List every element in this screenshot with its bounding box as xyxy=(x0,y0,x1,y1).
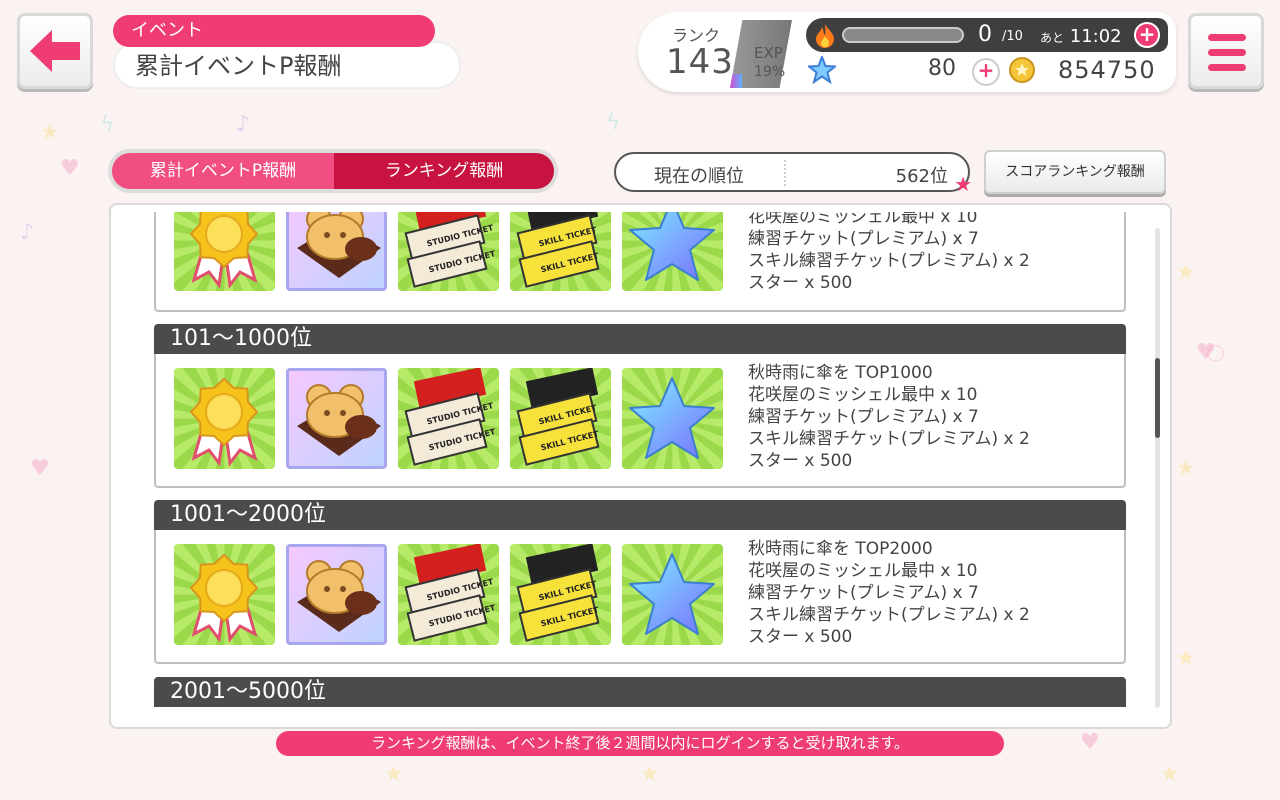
skill-ticket-icon[interactable]: SKILL TICKET SKILL TICKET xyxy=(510,212,611,291)
current-rank-value: 562位 xyxy=(895,166,948,187)
star-currency-icon xyxy=(808,56,836,84)
bg-note-icon: ♪ xyxy=(20,220,35,245)
bg-star-icon: ★ xyxy=(640,762,660,787)
back-button[interactable] xyxy=(17,13,93,89)
stamina-gauge xyxy=(842,27,964,43)
rank-value: 143 xyxy=(666,42,734,82)
reward-text-list: 花咲屋のミッシェル最中 x 10 練習チケット(プレミアム) x 7 スキル練習… xyxy=(748,212,1030,294)
menu-bar-icon xyxy=(1208,64,1246,71)
stamina-timer: あと 11:02 xyxy=(1040,26,1122,47)
skill-ticket-icon[interactable]: SKILL TICKET SKILL TICKET xyxy=(510,544,611,645)
stamina-bar: 0 /10 あと 11:02 + xyxy=(806,18,1168,52)
reward-line: スキル練習チケット(プレミアム) x 2 xyxy=(748,429,1030,449)
bg-bolt-icon: ϟ xyxy=(606,110,621,135)
scrollbar-thumb[interactable] xyxy=(1155,358,1160,438)
reward-tier: 101〜1000位 STUDIO TICKET STUDIO TICKET SKI… xyxy=(154,324,1126,488)
scrollbar-track[interactable] xyxy=(1155,228,1160,708)
bear-cake-icon[interactable] xyxy=(286,368,387,469)
reward-line: スター x 500 xyxy=(748,273,853,293)
bg-star-icon: ★ xyxy=(1176,646,1196,671)
page-title: 累計イベントP報酬 xyxy=(113,41,461,89)
badge-icon[interactable] xyxy=(174,212,275,291)
reward-line: 秋時雨に傘を TOP2000 xyxy=(748,539,933,559)
tier-rank-range: 101〜1000位 xyxy=(154,324,1126,354)
studio-ticket-icon[interactable]: STUDIO TICKET STUDIO TICKET xyxy=(398,212,499,291)
tier-rank-range: 1001〜2000位 xyxy=(154,500,1126,530)
reward-text-list: 秋時雨に傘を TOP2000 花咲屋のミッシェル最中 x 10 練習チケット(プ… xyxy=(748,538,1030,648)
badge-icon[interactable] xyxy=(174,544,275,645)
skill-ticket-icon[interactable]: SKILL TICKET SKILL TICKET xyxy=(510,368,611,469)
divider xyxy=(784,160,786,186)
menu-bar-icon xyxy=(1208,34,1246,41)
reward-tier: 2001〜5000位 xyxy=(154,677,1126,707)
bg-star-icon: ★ xyxy=(1176,456,1196,481)
reward-line: 花咲屋のミッシェル最中 x 10 xyxy=(748,212,978,227)
studio-ticket-icon[interactable]: STUDIO TICKET STUDIO TICKET xyxy=(398,544,499,645)
score-ranking-button[interactable]: スコアランキング報酬 xyxy=(984,150,1166,194)
reward-line: 秋時雨に傘を TOP1000 xyxy=(748,363,933,383)
back-arrow-icon xyxy=(30,30,80,72)
coin-icon xyxy=(1009,57,1035,83)
bg-heart-icon: ♥ xyxy=(1080,730,1100,755)
reward-line: スター x 500 xyxy=(748,451,853,471)
stamina-timer-value: 11:02 xyxy=(1069,26,1122,47)
reward-tabs: 累計イベントP報酬 ランキング報酬 xyxy=(108,149,558,193)
tier-body: STUDIO TICKET STUDIO TICKET SKILL TICKET S… xyxy=(154,530,1126,664)
reward-line: 練習チケット(プレミアム) x 7 xyxy=(748,583,979,603)
tab-ranking-reward[interactable]: ランキング報酬 xyxy=(334,153,554,189)
bg-star-icon: ★ xyxy=(1176,260,1196,285)
menu-bar-icon xyxy=(1208,49,1246,56)
reward-line: スター x 500 xyxy=(748,627,853,647)
player-status-panel: ランク 143 EXP 19% 0 /10 あと 11:02 + 80 + 85… xyxy=(638,12,1176,92)
bg-heart-icon: ♥ xyxy=(60,156,80,181)
studio-ticket-icon[interactable]: STUDIO TICKET STUDIO TICKET xyxy=(398,368,499,469)
exp-percent: 19% xyxy=(754,64,786,80)
reward-tier: 1001〜2000位 STUDIO TICKET STUDIO TICKET SK… xyxy=(154,500,1126,664)
reward-line: 花咲屋のミッシェル最中 x 10 xyxy=(748,561,978,581)
reward-text-list: 秋時雨に傘を TOP1000 花咲屋のミッシェル最中 x 10 練習チケット(プ… xyxy=(748,362,1030,472)
bg-star-icon: ★ xyxy=(1160,762,1180,787)
bear-cake-icon[interactable] xyxy=(286,212,387,291)
stamina-value: 0 xyxy=(978,22,992,47)
exp-label: EXP xyxy=(754,44,783,62)
bear-cake-icon[interactable] xyxy=(286,544,387,645)
fire-icon xyxy=(816,24,834,48)
star-item-icon[interactable] xyxy=(622,368,723,469)
star-item-icon[interactable] xyxy=(622,544,723,645)
bg-star-icon: ★ xyxy=(384,762,404,787)
stamina-timer-prefix: あと xyxy=(1040,31,1065,45)
reward-line: 花咲屋のミッシェル最中 x 10 xyxy=(748,385,978,405)
reward-line: 練習チケット(プレミアム) x 7 xyxy=(748,407,979,427)
reward-items: STUDIO TICKET STUDIO TICKET SKILL TICKET S… xyxy=(174,544,723,645)
bg-heart-icon: ♥ xyxy=(1196,340,1216,365)
bg-heart-icon: ♥ xyxy=(30,456,50,481)
reward-items: STUDIO TICKET STUDIO TICKET SKILL TICKET S… xyxy=(174,212,723,291)
menu-button[interactable] xyxy=(1188,13,1264,89)
star-item-icon[interactable] xyxy=(622,212,723,291)
tier-body: STUDIO TICKET STUDIO TICKET SKILL TICKET S… xyxy=(154,354,1126,488)
tier-rank-range: 2001〜5000位 xyxy=(154,677,1126,707)
current-rank-box: 現在の順位 562位 ★ xyxy=(614,152,972,196)
bg-bolt-icon: ϟ xyxy=(100,112,115,137)
category-tag: イベント xyxy=(113,15,435,47)
star-plus-button[interactable]: + xyxy=(972,58,1000,86)
current-rank-label: 現在の順位 xyxy=(654,166,744,187)
star-count: 80 xyxy=(928,56,956,81)
reward-line: スキル練習チケット(プレミアム) x 2 xyxy=(748,251,1030,271)
stamina-max: /10 xyxy=(1002,29,1023,44)
bg-note-icon: ♪ xyxy=(236,112,251,137)
bg-star-icon: ★ xyxy=(40,120,60,145)
reward-line: スキル練習チケット(プレミアム) x 2 xyxy=(748,605,1030,625)
reward-tier: STUDIO TICKET STUDIO TICKET SKILL TICKET S… xyxy=(154,212,1126,312)
tier-body: STUDIO TICKET STUDIO TICKET SKILL TICKET S… xyxy=(154,212,1126,312)
reward-items: STUDIO TICKET STUDIO TICKET SKILL TICKET S… xyxy=(174,368,723,469)
stamina-plus-button[interactable]: + xyxy=(1134,22,1160,48)
star-badge-icon: ★ xyxy=(954,172,972,196)
bg-ring-icon: ○ xyxy=(1206,340,1226,365)
tab-cumulative-points[interactable]: 累計イベントP報酬 xyxy=(112,153,334,189)
reward-line: 練習チケット(プレミアム) x 7 xyxy=(748,229,979,249)
badge-icon[interactable] xyxy=(174,368,275,469)
footer-notice: ランキング報酬は、イベント終了後２週間以内にログインすると受け取れます。 xyxy=(276,731,1004,756)
coin-count: 854750 xyxy=(1058,56,1156,84)
